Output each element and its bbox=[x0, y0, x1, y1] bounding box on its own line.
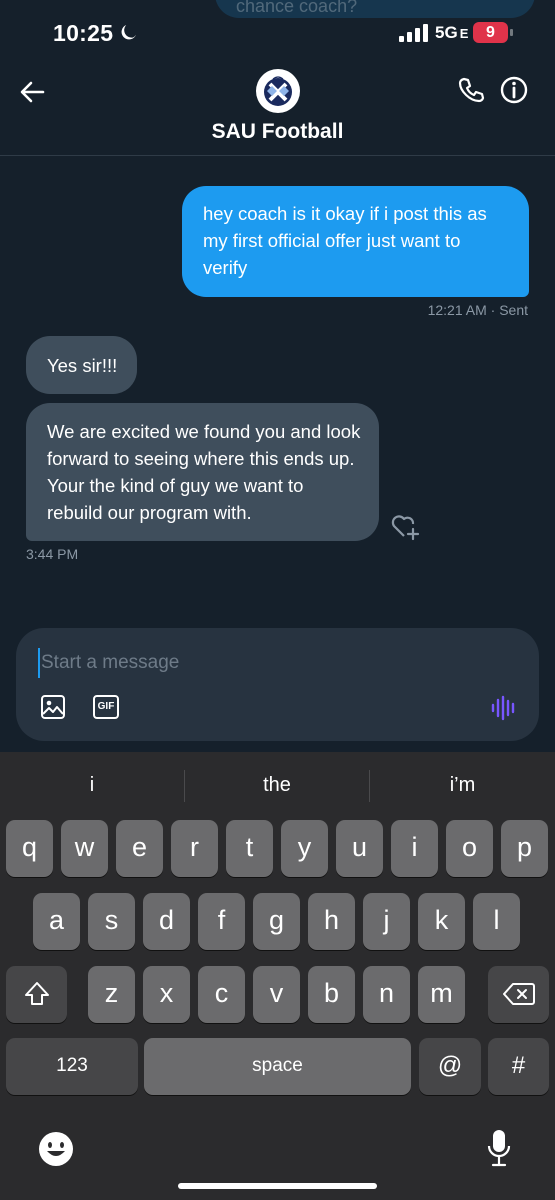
key-m[interactable]: m bbox=[418, 966, 465, 1023]
at-key[interactable]: @ bbox=[419, 1038, 481, 1095]
key-k[interactable]: k bbox=[418, 893, 465, 950]
key-w[interactable]: w bbox=[61, 820, 108, 877]
info-icon[interactable] bbox=[498, 74, 530, 106]
home-indicator bbox=[178, 1183, 377, 1189]
key-g[interactable]: g bbox=[253, 893, 300, 950]
suggestion-item[interactable]: i bbox=[0, 762, 184, 808]
suggestion-item[interactable]: i’m bbox=[370, 762, 555, 808]
phone-icon[interactable] bbox=[455, 74, 487, 106]
message-input[interactable] bbox=[38, 648, 438, 678]
gif-icon[interactable]: GIF bbox=[93, 695, 119, 719]
conversation-header: SAU Football bbox=[0, 66, 555, 156]
key-s[interactable]: s bbox=[88, 893, 135, 950]
hash-key[interactable]: # bbox=[488, 1038, 549, 1095]
backspace-key[interactable] bbox=[488, 966, 549, 1023]
key-h[interactable]: h bbox=[308, 893, 355, 950]
space-key[interactable]: space bbox=[144, 1038, 411, 1095]
conversation-title: SAU Football bbox=[211, 120, 344, 143]
back-arrow-icon[interactable] bbox=[16, 76, 48, 108]
key-z[interactable]: z bbox=[88, 966, 135, 1023]
numbers-key[interactable]: 123 bbox=[6, 1038, 138, 1095]
signal-icon bbox=[399, 24, 428, 42]
key-u[interactable]: u bbox=[336, 820, 383, 877]
network-suffix: E bbox=[459, 26, 469, 41]
incoming-message[interactable]: We are excited we found you and look for… bbox=[26, 403, 379, 541]
backspace-icon bbox=[502, 983, 535, 1005]
key-f[interactable]: f bbox=[198, 893, 245, 950]
outgoing-message-time: 12:21 AM bbox=[427, 302, 487, 318]
key-l[interactable]: l bbox=[473, 893, 520, 950]
react-heart-plus-icon[interactable] bbox=[389, 511, 421, 541]
message-composer: GIF bbox=[16, 628, 539, 741]
moon-icon bbox=[121, 25, 136, 40]
status-time: 10:25 bbox=[53, 20, 114, 46]
incoming-message-time: 3:44 PM bbox=[26, 546, 79, 562]
key-j[interactable]: j bbox=[363, 893, 410, 950]
image-icon[interactable] bbox=[40, 694, 66, 720]
battery-indicator: 9 bbox=[473, 22, 513, 43]
emoji-icon[interactable] bbox=[37, 1130, 75, 1168]
suggestion-item[interactable]: the bbox=[185, 762, 369, 808]
team-logo-icon bbox=[257, 70, 299, 112]
key-x[interactable]: x bbox=[143, 966, 190, 1023]
gif-label: GIF bbox=[97, 701, 115, 712]
network-label: 5G bbox=[435, 23, 458, 42]
key-i[interactable]: i bbox=[391, 820, 438, 877]
status-bar: chance coach? 10:25 5G E 9 bbox=[0, 0, 555, 66]
key-c[interactable]: c bbox=[198, 966, 245, 1023]
avatar[interactable] bbox=[256, 69, 300, 113]
outgoing-message-status: · Sent bbox=[490, 302, 528, 318]
key-n[interactable]: n bbox=[363, 966, 410, 1023]
key-p[interactable]: p bbox=[501, 820, 548, 877]
key-d[interactable]: d bbox=[143, 893, 190, 950]
network-type: 5G E bbox=[435, 23, 468, 43]
outgoing-message-meta: 12:21 AM · Sent bbox=[428, 302, 528, 318]
key-q[interactable]: q bbox=[6, 820, 53, 877]
key-r[interactable]: r bbox=[171, 820, 218, 877]
key-e[interactable]: e bbox=[116, 820, 163, 877]
key-v[interactable]: v bbox=[253, 966, 300, 1023]
key-y[interactable]: y bbox=[281, 820, 328, 877]
key-a[interactable]: a bbox=[33, 893, 80, 950]
outgoing-message[interactable]: hey coach is it okay if i post this as m… bbox=[182, 186, 529, 297]
keyboard: i the i’m q w e r t y u i o p a s d f g … bbox=[0, 752, 555, 1200]
shift-icon bbox=[24, 982, 49, 1005]
previous-message-fragment: chance coach? bbox=[236, 0, 358, 16]
key-o[interactable]: o bbox=[446, 820, 493, 877]
microphone-icon[interactable] bbox=[486, 1128, 512, 1168]
key-t[interactable]: t bbox=[226, 820, 273, 877]
key-b[interactable]: b bbox=[308, 966, 355, 1023]
shift-key[interactable] bbox=[6, 966, 67, 1023]
voice-waveform-icon[interactable] bbox=[490, 694, 518, 722]
incoming-message[interactable]: Yes sir!!! bbox=[26, 336, 138, 394]
